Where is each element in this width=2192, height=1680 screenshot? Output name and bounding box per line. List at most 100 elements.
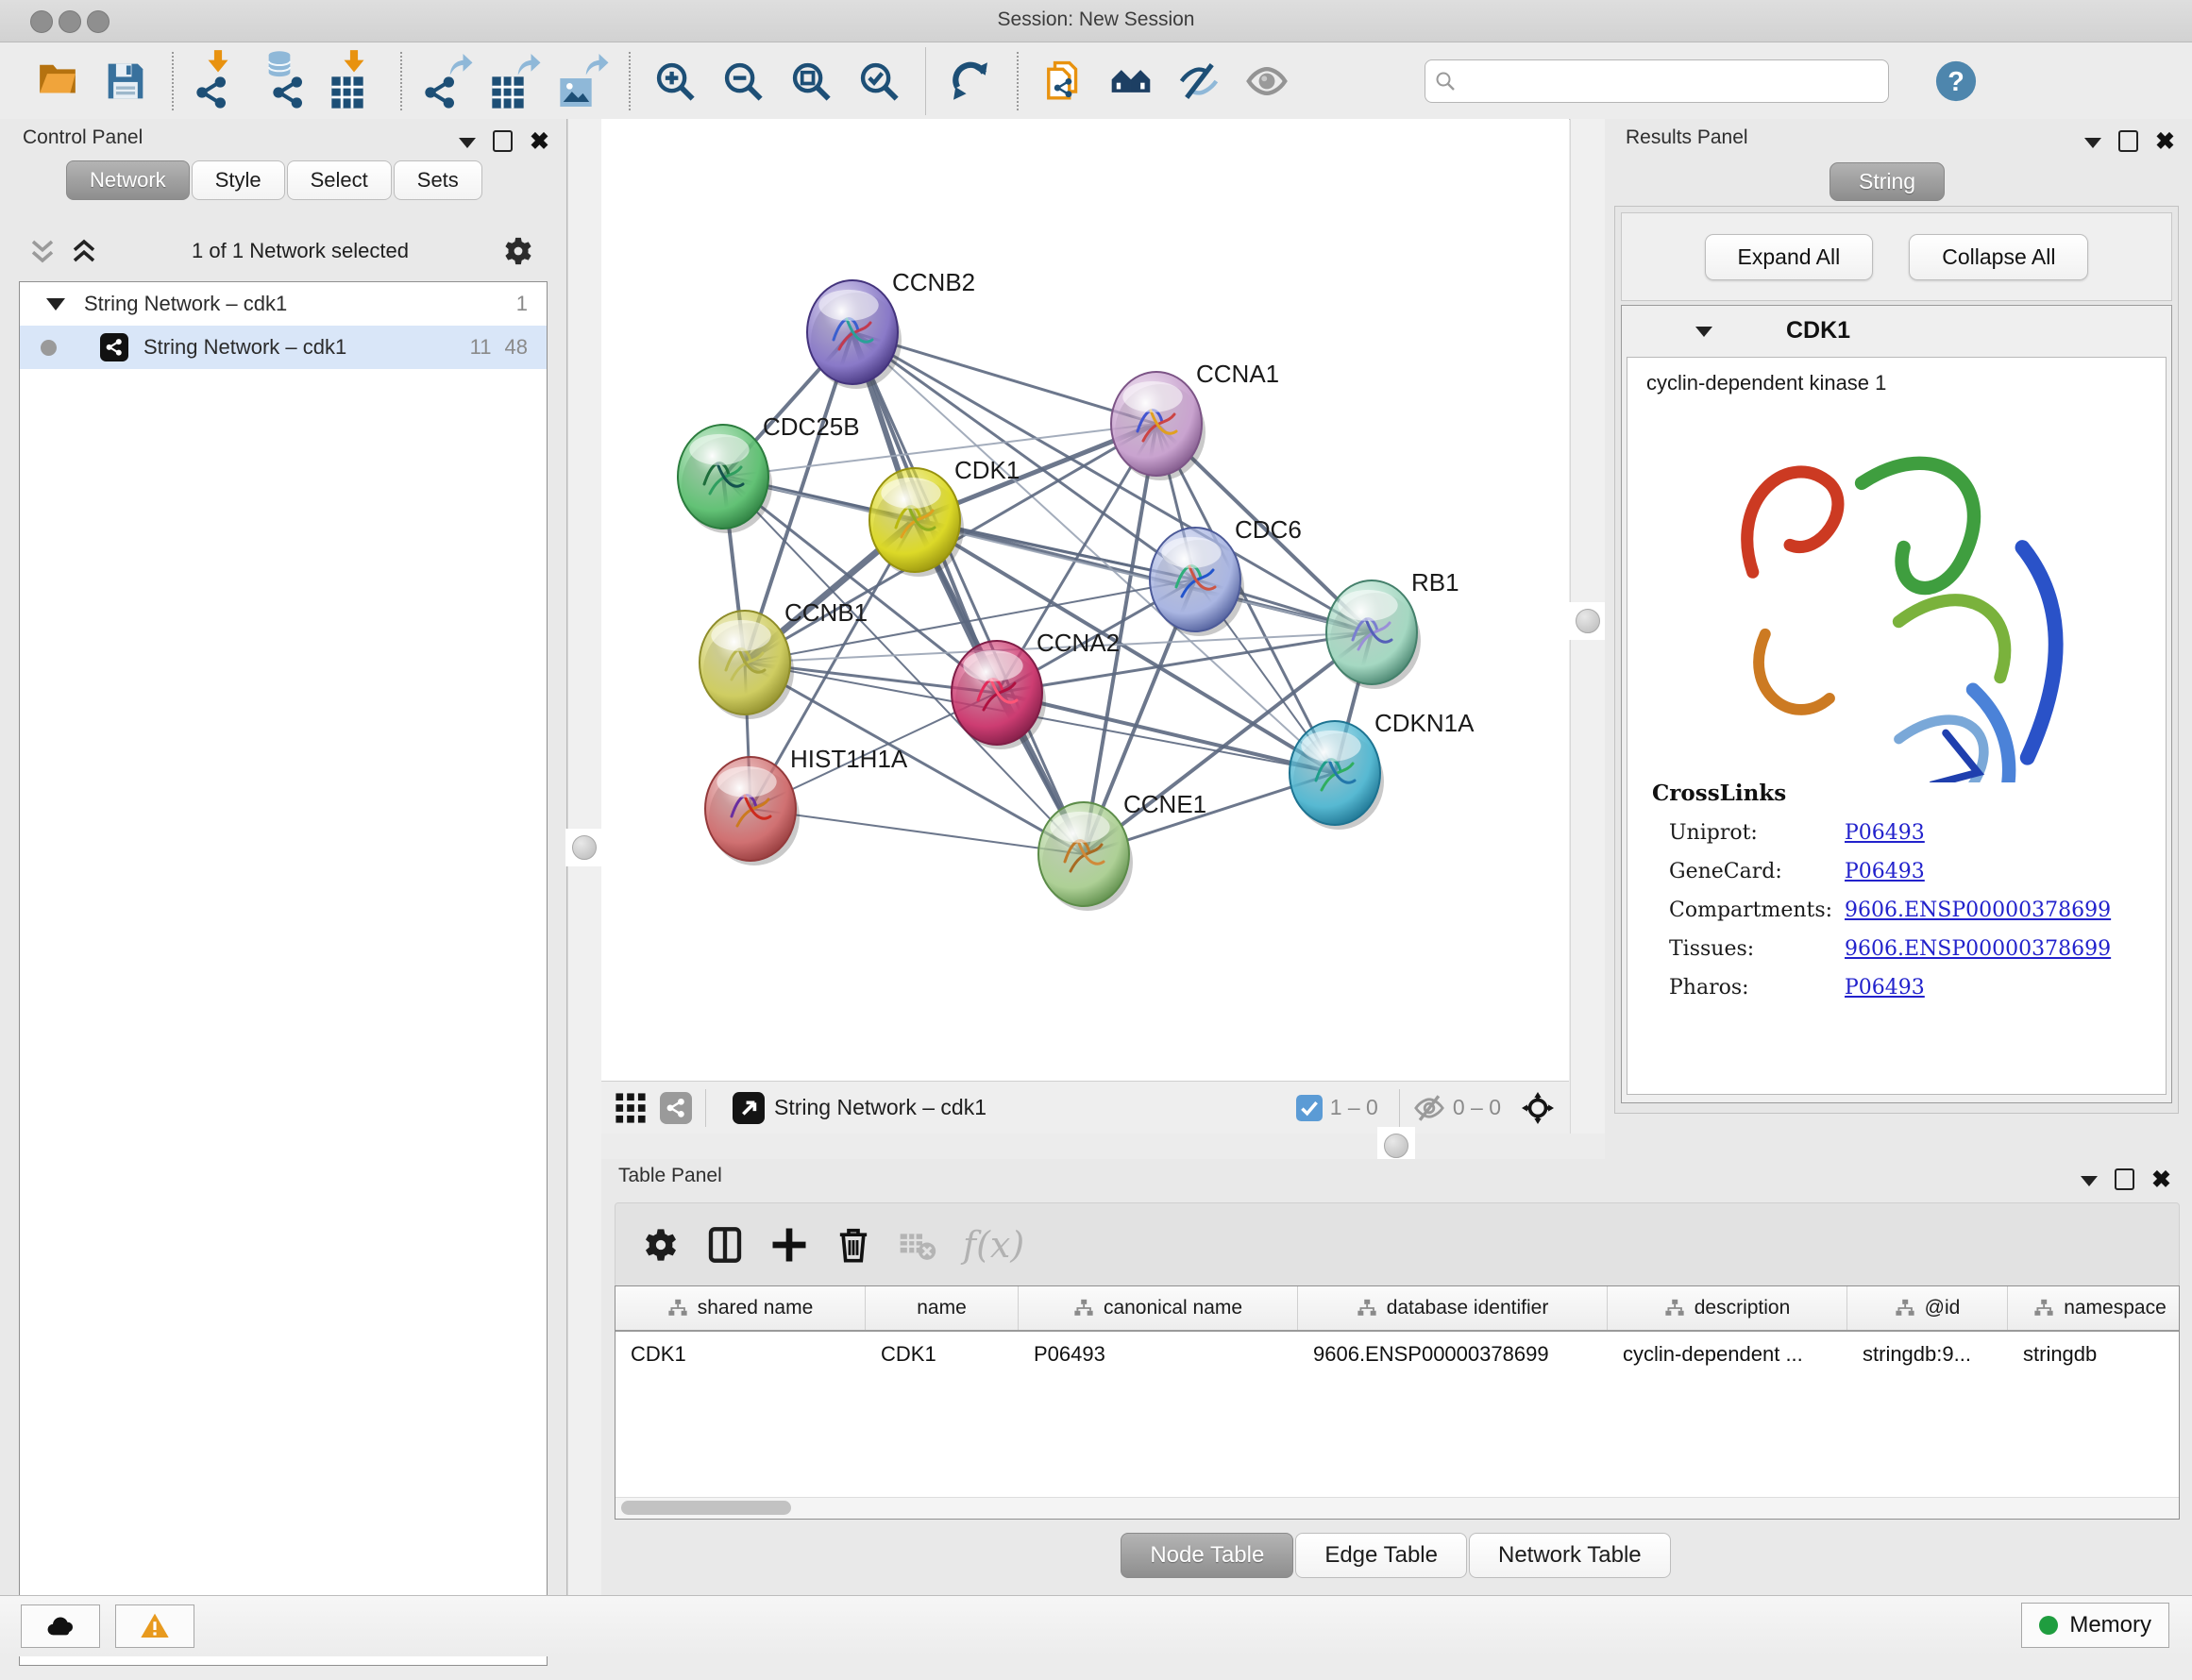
tab-select[interactable]: Select	[287, 160, 392, 200]
cloud-icon[interactable]	[21, 1604, 100, 1648]
node-cdc25b[interactable]: CDC25B	[678, 412, 860, 533]
network-view-title: String Network – cdk1	[774, 1095, 1283, 1120]
tab-network-table[interactable]: Network Table	[1469, 1533, 1671, 1578]
table-cell[interactable]: cyclin-dependent ...	[1608, 1342, 1847, 1367]
crosslinks-section: CrossLinks Uniprot: P06493GeneCard: P064…	[1627, 781, 2166, 1000]
show-grid-icon[interactable]	[615, 1092, 647, 1124]
column-header-shared-name[interactable]: shared name	[615, 1286, 866, 1330]
tab-node-table[interactable]: Node Table	[1121, 1533, 1293, 1578]
crosslink-link[interactable]: P06493	[1845, 976, 1925, 1000]
node-ccne1[interactable]: CCNE1	[1038, 790, 1206, 911]
zoom-selected-icon[interactable]	[851, 49, 909, 113]
tab-edge-table[interactable]: Edge Table	[1295, 1533, 1467, 1578]
network-options-gear-icon[interactable]	[502, 235, 534, 267]
close-panel-icon[interactable]: ✖	[530, 132, 549, 151]
column-header-canonical-name[interactable]: canonical name	[1019, 1286, 1298, 1330]
table-cell[interactable]: CDK1	[615, 1342, 866, 1367]
crosslink-row: Pharos: P06493	[1627, 976, 2166, 1000]
gene-expander-icon[interactable]	[1695, 327, 1712, 337]
table-row[interactable]: CDK1CDK1P064939606.ENSP00000378699cyclin…	[615, 1332, 2179, 1377]
zoom-out-icon[interactable]	[715, 49, 773, 113]
show-all-icon[interactable]	[1239, 49, 1297, 113]
new-network-from-selection-icon[interactable]	[1035, 49, 1093, 113]
close-results-panel-icon[interactable]: ✖	[2155, 132, 2175, 151]
import-network-file-icon[interactable]	[190, 49, 248, 113]
collapse-all-button[interactable]: Collapse All	[1909, 234, 2088, 280]
node-hist1h1a[interactable]: HIST1H1A	[705, 745, 908, 865]
help-icon[interactable]: ?	[1934, 59, 1978, 103]
right-splitter-handle[interactable]	[1569, 602, 1607, 640]
table-cell[interactable]: stringdb:9...	[1847, 1342, 2008, 1367]
network-overview-icon[interactable]	[660, 1092, 692, 1124]
column-header-database-identifier[interactable]: database identifier	[1298, 1286, 1608, 1330]
zoom-in-icon[interactable]	[647, 49, 705, 113]
node-label-ccnb1: CCNB1	[784, 598, 868, 627]
float-results-panel-icon[interactable]	[2118, 130, 2138, 152]
node-cdc6[interactable]: CDC6	[1150, 515, 1302, 636]
add-column-icon[interactable]	[770, 1226, 808, 1264]
tab-sets[interactable]: Sets	[394, 160, 482, 200]
tab-style[interactable]: Style	[192, 160, 285, 200]
left-splitter-handle[interactable]	[565, 829, 603, 866]
column-header-@id[interactable]: @id	[1847, 1286, 2008, 1330]
close-table-panel-icon[interactable]: ✖	[2151, 1170, 2171, 1189]
table-horizontal-scrollbar[interactable]	[615, 1497, 2179, 1519]
search-input[interactable]	[1425, 59, 1889, 103]
expand-all-networks-icon[interactable]	[70, 237, 98, 265]
memory-button[interactable]: Memory	[2021, 1603, 2169, 1648]
gene-entry-box: CDK1 cyclin-dependent kinase 1	[1621, 305, 2172, 1103]
export-table-icon[interactable]	[486, 49, 545, 113]
collapse-all-networks-icon[interactable]	[28, 237, 57, 265]
hide-selection-icon[interactable]	[1171, 49, 1229, 113]
tab-network[interactable]: Network	[66, 160, 190, 200]
network-canvas[interactable]: CCNB2 CCNA1 CDC25B	[601, 119, 1569, 1081]
float-table-panel-icon[interactable]	[2115, 1168, 2134, 1190]
column-header-namespace[interactable]: namespace	[2008, 1286, 2180, 1330]
show-columns-icon[interactable]	[706, 1226, 744, 1264]
expand-all-button[interactable]: Expand All	[1705, 234, 1874, 280]
collapse-panel-icon[interactable]	[459, 138, 476, 148]
fit-selected-icon[interactable]	[1522, 1092, 1554, 1124]
delete-column-icon[interactable]	[835, 1226, 872, 1264]
export-image-icon[interactable]	[554, 49, 613, 113]
network-collection-row[interactable]: String Network – cdk1 1	[20, 282, 547, 326]
import-table-icon[interactable]	[326, 49, 384, 113]
zoom-fit-icon[interactable]	[783, 49, 841, 113]
birds-eye-view-icon[interactable]	[733, 1092, 765, 1124]
table-cell[interactable]: P06493	[1019, 1342, 1298, 1367]
crosslink-link[interactable]: 9606.ENSP00000378699	[1845, 937, 2111, 961]
tab-string[interactable]: String	[1829, 162, 1945, 201]
node-ccna1[interactable]: CCNA1	[1111, 360, 1279, 480]
node-ccna2[interactable]: CCNA2	[952, 629, 1120, 749]
collapse-table-panel-icon[interactable]	[2081, 1176, 2098, 1186]
open-file-icon[interactable]	[29, 49, 88, 113]
crosslink-link[interactable]: P06493	[1845, 821, 1925, 845]
save-session-icon[interactable]	[97, 49, 156, 113]
float-panel-icon[interactable]	[493, 130, 513, 152]
column-header-description[interactable]: description	[1608, 1286, 1847, 1330]
selected-nodes-checkbox-icon[interactable]	[1296, 1095, 1323, 1121]
right-splitter[interactable]	[1570, 119, 1606, 1159]
node-label-cdc25b: CDC25B	[763, 412, 860, 441]
network-row[interactable]: String Network – cdk1 11 48	[20, 326, 547, 369]
scrollbar-thumb[interactable]	[621, 1501, 791, 1515]
crosslink-link[interactable]: P06493	[1845, 860, 1925, 883]
collection-expander-icon[interactable]	[46, 298, 65, 311]
table-cell[interactable]: CDK1	[866, 1342, 1019, 1367]
left-splitter[interactable]	[567, 119, 602, 1595]
export-network-icon[interactable]	[418, 49, 477, 113]
warning-icon[interactable]	[115, 1604, 194, 1648]
first-neighbors-icon[interactable]	[1103, 49, 1161, 113]
crosslink-link[interactable]: 9606.ENSP00000378699	[1845, 899, 2111, 922]
control-panel-tabs: NetworkStyleSelectSets	[66, 160, 484, 200]
import-network-database-icon[interactable]	[258, 49, 316, 113]
table-options-gear-icon[interactable]	[642, 1226, 680, 1264]
collapse-results-panel-icon[interactable]	[2084, 138, 2101, 148]
node-ccnb2[interactable]: CCNB2	[807, 268, 975, 389]
table-cell[interactable]: stringdb	[2008, 1342, 2180, 1367]
node-rb1[interactable]: RB1	[1326, 568, 1459, 689]
node-cdkn1a[interactable]: CDKN1A	[1290, 709, 1475, 830]
table-cell[interactable]: 9606.ENSP00000378699	[1298, 1342, 1608, 1367]
column-header-name[interactable]: name	[866, 1286, 1019, 1330]
refresh-layout-icon[interactable]	[942, 49, 1001, 113]
